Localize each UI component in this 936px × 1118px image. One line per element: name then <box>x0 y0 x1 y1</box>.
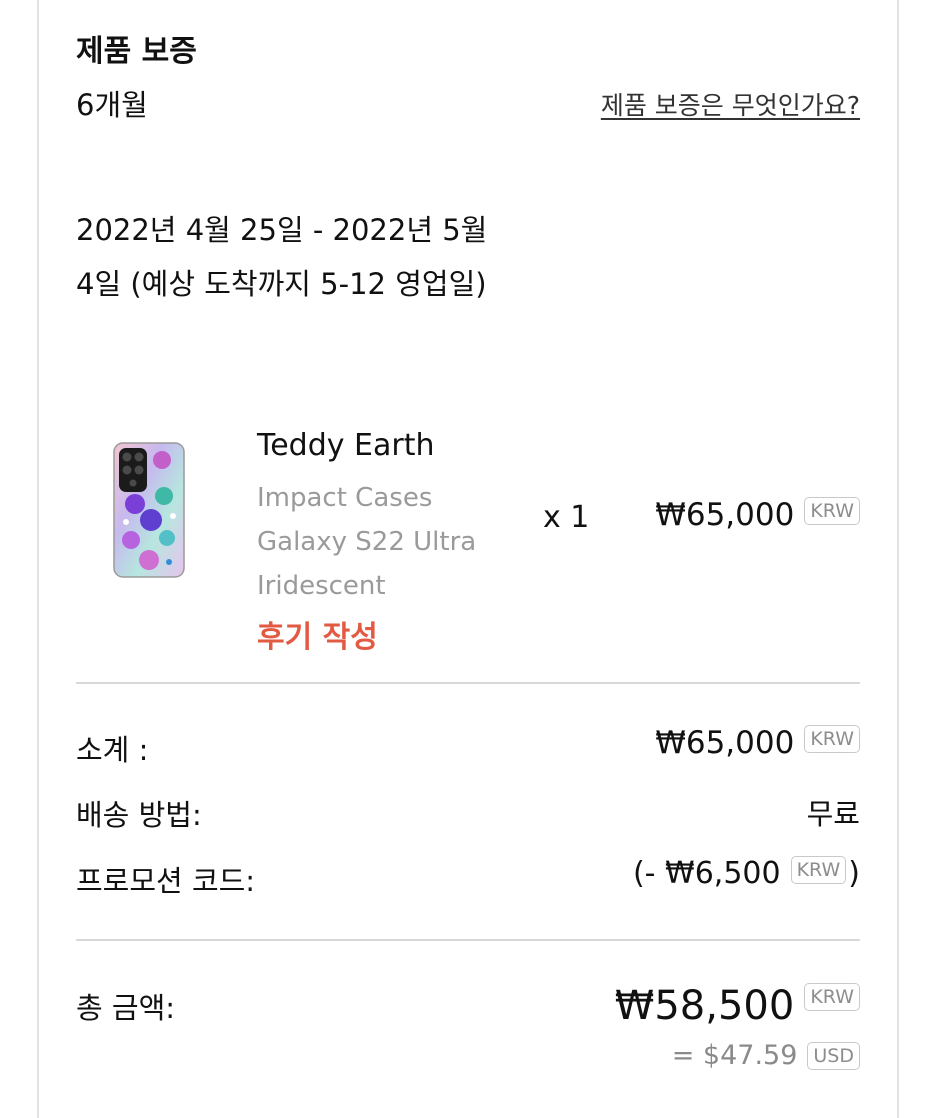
product-price: ₩65,000 KRW <box>655 497 860 533</box>
shipping-label: 배송 방법: <box>76 798 202 832</box>
converted-total: = $47.59 USD <box>672 1040 860 1071</box>
subtotal-label: 소계 : <box>76 733 149 767</box>
product-desc-line: Galaxy S22 Ultra <box>257 527 477 557</box>
promo-prefix: (- <box>632 856 666 891</box>
left-border <box>37 0 39 1118</box>
delivery-estimate: 2022년 4월 25일 - 2022년 5월 4일 (예상 도착까지 5-12… <box>76 213 488 301</box>
converted-amount: = $47.59 <box>671 1040 798 1071</box>
currency-badge: USD <box>807 1042 860 1070</box>
currency-badge: KRW <box>804 497 860 525</box>
promo-code-value: (- ₩6,500 KRW) <box>633 856 860 891</box>
phone-case-image <box>113 442 185 578</box>
product-variant: Impact Cases Galaxy S22 Ultra Iridescent <box>257 476 517 608</box>
write-review-link[interactable]: 후기 작성 <box>257 612 378 656</box>
promo-code-label: 프로모션 코드: <box>76 864 256 898</box>
product-name[interactable]: Teddy Earth <box>257 428 435 463</box>
total-value: ₩58,500 KRW <box>615 983 860 1029</box>
currency-badge: KRW <box>790 856 847 884</box>
currency-badge: KRW <box>804 983 860 1011</box>
warranty-info-link[interactable]: 제품 보증은 무엇인가요? <box>601 86 860 122</box>
subtotal-amount: ₩65,000 <box>655 725 795 761</box>
promo-suffix: ) <box>848 856 860 891</box>
shipping-value: 무료 <box>806 797 860 831</box>
subtotal-value: ₩65,000 KRW <box>655 725 860 761</box>
warranty-title: 제품 보증 <box>76 34 197 69</box>
warranty-value: 6개월 <box>76 88 148 122</box>
divider <box>76 939 860 941</box>
product-desc-line: Iridescent <box>257 571 386 601</box>
product-desc-line: Impact Cases <box>257 483 433 513</box>
right-border <box>897 0 899 1118</box>
total-amount: ₩58,500 <box>614 983 795 1029</box>
product-price-value: ₩65,000 <box>655 497 795 533</box>
product-thumbnail <box>113 442 185 578</box>
currency-badge: KRW <box>804 725 860 753</box>
promo-amount: ₩6,500 <box>665 856 781 891</box>
total-label: 총 금액: <box>76 991 176 1025</box>
product-quantity: x 1 <box>543 500 590 535</box>
divider <box>76 682 860 684</box>
